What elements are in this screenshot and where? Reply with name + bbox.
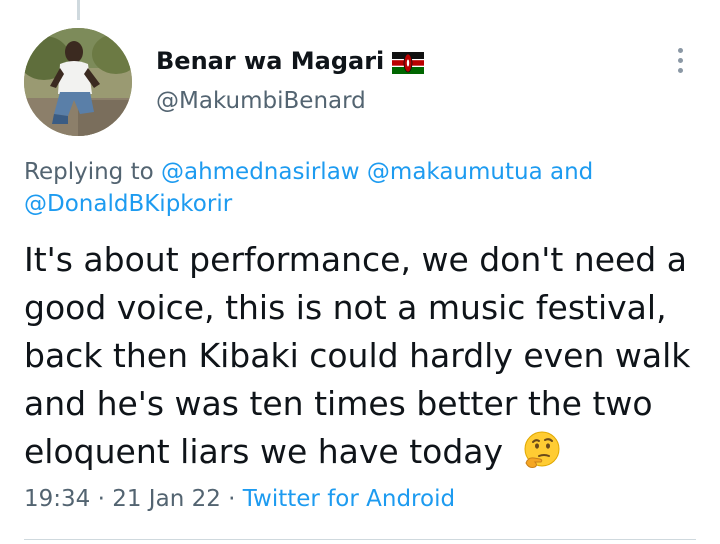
meta-separator: · bbox=[97, 486, 105, 512]
mention-conjunction[interactable]: and bbox=[550, 159, 593, 185]
avatar-photo bbox=[24, 28, 132, 136]
author-display-name[interactable]: Benar wa Magari bbox=[156, 45, 425, 77]
display-name-text[interactable]: Benar wa Magari bbox=[156, 45, 384, 77]
more-options-icon[interactable] bbox=[668, 42, 692, 78]
mention-link[interactable]: @makaumutua bbox=[367, 159, 543, 185]
replying-to: Replying to @ahmednasirlaw @makaumutua a… bbox=[24, 156, 684, 220]
author-handle[interactable]: @MakumbiBenard bbox=[156, 86, 366, 116]
tweet-date[interactable]: 21 Jan 22 bbox=[112, 486, 221, 512]
tweet-metadata: 19:34 · 21 Jan 22 · Twitter for Android bbox=[24, 483, 455, 515]
mention-link[interactable]: @ahmednasirlaw bbox=[161, 159, 360, 185]
tweet-source-link[interactable]: Twitter for Android bbox=[243, 486, 455, 512]
thread-connector-line bbox=[77, 0, 80, 20]
tweet-body: It's about performance, we don't need a … bbox=[24, 236, 704, 476]
avatar[interactable] bbox=[24, 28, 132, 136]
meta-separator: · bbox=[228, 486, 236, 512]
kenya-flag-icon bbox=[392, 50, 425, 74]
thinking-face-icon bbox=[520, 429, 562, 471]
replying-prefix: Replying to bbox=[24, 159, 154, 185]
mention-link[interactable]: @DonaldBKipkorir bbox=[24, 191, 232, 217]
tweet-text: It's about performance, we don't need a … bbox=[24, 240, 691, 471]
tweet-time[interactable]: 19:34 bbox=[24, 486, 90, 512]
divider bbox=[24, 539, 696, 540]
